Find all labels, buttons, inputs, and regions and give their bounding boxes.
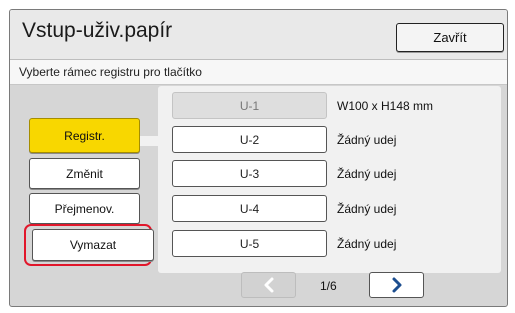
dialog-header: Vstup-uživ.papír Zavřít bbox=[10, 10, 507, 60]
slot-u3-description: Žádný udej bbox=[337, 167, 397, 181]
delete-button[interactable]: Vymazat bbox=[32, 229, 154, 261]
slot-u2-button[interactable]: U-2 bbox=[172, 126, 327, 153]
slot-u5-button[interactable]: U-5 bbox=[172, 230, 327, 257]
slot-u4-button[interactable]: U-4 bbox=[172, 195, 327, 222]
paper-dialog: Vstup-uživ.papír Zavřít Vyberte rámec re… bbox=[9, 9, 508, 307]
slot-u4-description: Žádný udej bbox=[337, 202, 397, 216]
register-button[interactable]: Registr. bbox=[29, 118, 140, 153]
slot-u1-description: W100 x H148 mm bbox=[337, 99, 434, 113]
slot-u5-description: Žádný udej bbox=[337, 237, 397, 251]
chevron-right-icon bbox=[392, 277, 401, 293]
selection-connector bbox=[140, 136, 170, 146]
chevron-left-icon bbox=[264, 277, 273, 293]
close-button[interactable]: Zavřít bbox=[396, 23, 504, 52]
instruction-text: Vyberte rámec registru pro tlačítko bbox=[19, 65, 202, 79]
previous-page-button[interactable] bbox=[241, 272, 296, 298]
slot-u3-button[interactable]: U-3 bbox=[172, 160, 327, 187]
next-page-button[interactable] bbox=[369, 272, 424, 298]
rename-button[interactable]: Přejmenov. bbox=[29, 193, 140, 224]
page-indicator: 1/6 bbox=[320, 279, 337, 293]
slot-u2-description: Žádný udej bbox=[337, 133, 397, 147]
change-button[interactable]: Změnit bbox=[29, 158, 140, 189]
slot-u1-button[interactable]: U-1 bbox=[172, 92, 327, 119]
instruction-bar: Vyberte rámec registru pro tlačítko bbox=[10, 60, 507, 85]
dialog-title: Vstup-uživ.papír bbox=[22, 19, 173, 42]
